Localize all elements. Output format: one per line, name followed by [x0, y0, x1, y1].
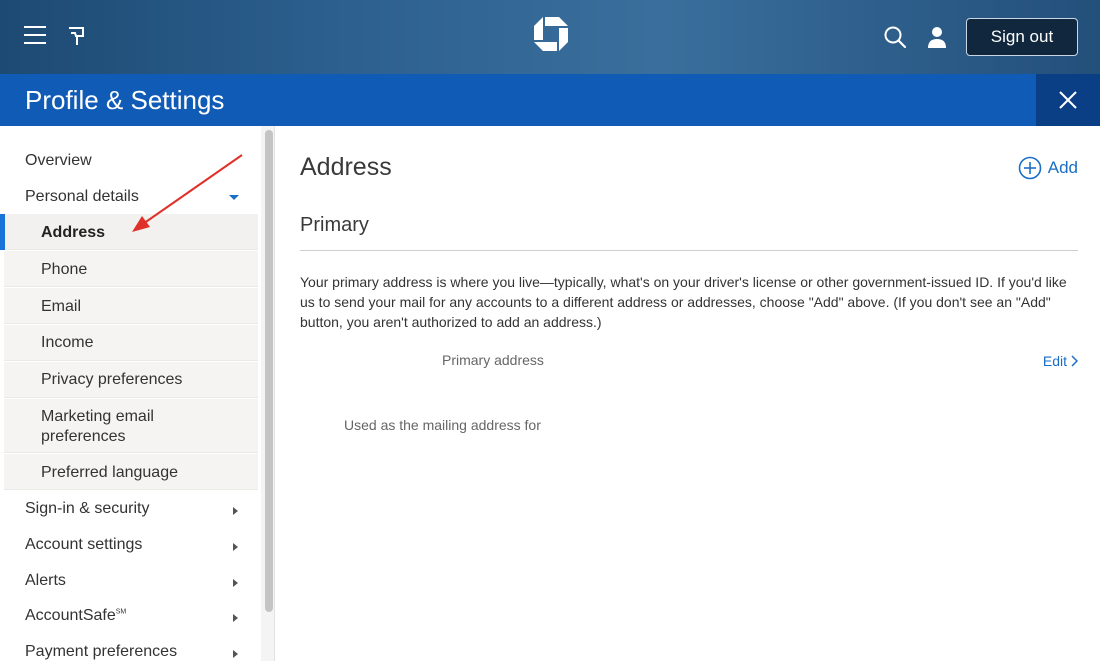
flag-icon[interactable] — [66, 25, 86, 47]
sidebar-item-overview[interactable]: Overview — [0, 152, 260, 176]
chevron-down-icon — [229, 195, 239, 200]
search-icon[interactable] — [883, 25, 907, 49]
sidebar-item-label: Sign-in & security — [25, 500, 150, 517]
sidebar-subitem-phone[interactable]: Phone — [4, 251, 258, 287]
sidebar-item-label: Payment preferences — [25, 643, 178, 660]
mailing-address-label: Used as the mailing address for — [344, 417, 541, 433]
address-description: Your primary address is where you live—t… — [300, 274, 1067, 330]
top-header: Sign out — [0, 0, 1100, 74]
sidebar-item-label: Preferred language — [41, 464, 178, 481]
primary-subheading: Primary — [300, 214, 369, 236]
sidebar-scrollbar-thumb[interactable] — [265, 130, 273, 612]
divider — [300, 250, 1078, 251]
chevron-right-icon — [233, 650, 238, 658]
settings-sidebar: Overview Personal details Address Phone … — [0, 126, 260, 661]
chevron-right-icon — [1071, 355, 1078, 367]
plus-circle-icon — [1018, 156, 1042, 180]
sidebar-item-accountsafe[interactable]: AccountSafeSM — [0, 607, 260, 631]
sidebar-item-sign-in-security[interactable]: Sign-in & security — [0, 500, 260, 524]
sidebar-item-label: Alerts — [25, 572, 66, 589]
add-label: Add — [1047, 158, 1078, 177]
sidebar-item-alerts[interactable]: Alerts — [0, 572, 260, 596]
sidebar-item-label: Phone — [41, 261, 88, 278]
chase-logo[interactable] — [533, 16, 569, 52]
sidebar-item-label: Income — [41, 334, 94, 351]
sidebar-subitem-privacy-preferences[interactable]: Privacy preferences — [4, 362, 258, 398]
sidebar-subitem-marketing-email-preferences[interactable]: Marketing email preferences — [4, 399, 258, 453]
page-title: Profile & Settings — [25, 85, 225, 115]
sidebar-subitem-address[interactable]: Address — [4, 214, 258, 250]
sidebar-item-label: Overview — [25, 152, 92, 169]
sidebar-item-payment-preferences[interactable]: Payment preferences — [0, 643, 260, 661]
accountsafe-text: AccountSafe — [25, 607, 116, 624]
active-indicator — [0, 214, 5, 250]
sidebar-item-label: Personal details — [25, 188, 139, 205]
sidebar-item-label: Address — [41, 224, 106, 241]
sidebar-subitem-preferred-language[interactable]: Preferred language — [4, 454, 258, 490]
sidebar-item-label: Email — [41, 298, 82, 315]
close-button[interactable] — [1036, 74, 1100, 126]
sidebar-subitem-income[interactable]: Income — [4, 325, 258, 361]
edit-address-link[interactable]: Edit — [1043, 353, 1078, 369]
sidebar-item-label: Privacy preferences — [41, 371, 183, 388]
chevron-right-icon — [233, 614, 238, 622]
menu-icon[interactable] — [24, 26, 46, 44]
sidebar-item-label: AccountSafeSM — [25, 607, 126, 625]
sidebar-subitem-email[interactable]: Email — [4, 288, 258, 324]
user-icon[interactable] — [926, 26, 948, 50]
chevron-right-icon — [233, 543, 238, 551]
sign-out-button[interactable]: Sign out — [966, 18, 1078, 56]
sidebar-item-label: Account settings — [25, 536, 143, 553]
sidebar-item-personal-details[interactable]: Personal details — [0, 188, 260, 212]
edit-label: Edit — [1042, 353, 1067, 369]
chevron-right-icon — [233, 507, 238, 515]
add-address-button[interactable]: Add — [1018, 156, 1078, 180]
title-bar: Profile & Settings — [0, 74, 1100, 126]
close-icon — [1059, 91, 1077, 109]
service-mark: SM — [115, 608, 127, 616]
sidebar-item-account-settings[interactable]: Account settings — [0, 536, 260, 560]
primary-address-label: Primary address — [442, 352, 544, 368]
sidebar-item-label: Marketing email preferences — [41, 408, 154, 445]
main-content: Address Add Primary Your primary address… — [276, 126, 1100, 661]
chevron-right-icon — [233, 579, 238, 587]
section-heading: Address — [300, 153, 392, 181]
